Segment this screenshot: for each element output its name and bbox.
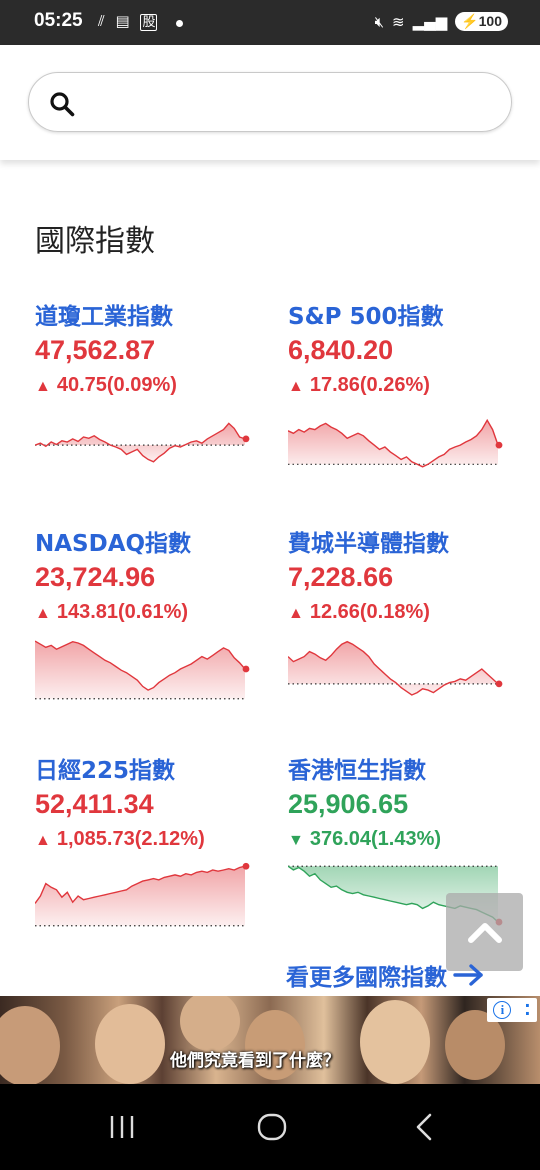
more-indices-link[interactable]: 看更多國際指數 <box>286 958 485 992</box>
index-change: ▲ 17.86(0.26%) <box>288 374 430 397</box>
index-change-value: 1,085.73(2.12%) <box>56 828 205 850</box>
notification-dot-icon <box>176 20 183 27</box>
search-bar[interactable] <box>28 72 512 132</box>
index-card-nasdaq[interactable]: NASDAQ指數 23,724.96 ▲ 143.81(0.61%) <box>35 524 265 714</box>
calendar-icon: ▤ <box>115 12 133 30</box>
index-price: 23,724.96 <box>35 562 156 592</box>
sparkline-end-dot <box>242 862 250 870</box>
more-options-icon[interactable]: · · <box>524 998 530 1022</box>
index-card-dow[interactable]: 道瓊工業指數 47,562.87 ▲ 40.75(0.09%) <box>35 297 265 487</box>
index-change-value: 143.81(0.61%) <box>56 601 189 623</box>
sparkline-end-dot <box>495 441 503 449</box>
search-header <box>0 45 540 160</box>
sparkline-end-dot <box>495 680 503 688</box>
status-bar: 05:25 ⫽ ▤ 股 🔇︎ ≋ ▂▄▆ ⚡100 <box>0 0 540 45</box>
index-change: ▲ 1,085.73(2.12%) <box>35 828 205 851</box>
index-change: ▼ 376.04(1.43%) <box>288 828 441 851</box>
index-name[interactable]: 費城半導體指數 <box>288 524 449 558</box>
more-indices-label[interactable]: 看更多國際指數 <box>286 958 447 992</box>
ad-image-face <box>180 996 240 1051</box>
search-icon <box>50 92 75 117</box>
index-card-sp500[interactable]: S&P 500指數 6,840.20 ▲ 17.86(0.26%) <box>288 297 518 487</box>
battery-icon: ⚡100 <box>455 12 508 31</box>
mute-icon: 🔇︎ <box>374 12 385 31</box>
index-name[interactable]: NASDAQ指數 <box>35 524 191 558</box>
up-arrow-icon: ▲ <box>35 832 51 849</box>
section-title: 國際指數 <box>35 224 155 259</box>
index-price: 47,562.87 <box>35 335 156 365</box>
index-name[interactable]: 道瓊工業指數 <box>35 297 173 331</box>
ad-image-face <box>95 1004 165 1084</box>
sparkline-area <box>35 866 245 926</box>
index-change: ▲ 12.66(0.18%) <box>288 601 430 624</box>
search-input[interactable] <box>89 85 489 119</box>
sparkline-chart <box>35 422 250 463</box>
ad-choices[interactable]: i · · <box>487 998 537 1022</box>
down-arrow-icon: ▼ <box>288 832 304 849</box>
index-price: 6,840.20 <box>288 335 394 365</box>
home-icon[interactable] <box>256 1112 288 1142</box>
index-price: 7,228.66 <box>288 562 394 592</box>
index-card-nikkei[interactable]: 日經225指數 52,411.34 ▲ 1,085.73(2.12%) <box>35 751 265 941</box>
sparkline-area <box>35 423 245 462</box>
ad-caption: 他們究竟看到了什麼？ <box>170 1051 340 1071</box>
ad-banner[interactable]: 他們究竟看到了什麼？ i · · <box>0 996 540 1084</box>
signal-icon: ▂▄▆ <box>412 12 448 31</box>
index-name[interactable]: S&P 500指數 <box>288 297 444 331</box>
sparkline-area <box>288 641 498 695</box>
stock-app-icon: 股 <box>140 14 158 31</box>
sparkline-area <box>35 641 245 699</box>
index-price: 25,906.65 <box>288 789 409 819</box>
sparkline-chart <box>288 640 503 696</box>
system-icons: 🔇︎ ≋ ▂▄▆ ⚡100 <box>375 12 508 31</box>
index-change: ▲ 143.81(0.61%) <box>35 601 188 624</box>
arrow-right-icon <box>453 964 483 986</box>
index-change-value: 17.86(0.26%) <box>309 374 430 396</box>
notification-icons: ⫽ ▤ 股 <box>98 12 158 31</box>
up-arrow-icon: ▲ <box>288 605 304 622</box>
recent-apps-icon[interactable] <box>107 1112 137 1142</box>
sparkline-chart <box>35 640 250 700</box>
sparkline-chart <box>35 862 250 927</box>
index-change: ▲ 40.75(0.09%) <box>35 374 177 397</box>
ad-image-face <box>0 1006 60 1084</box>
index-card-sox[interactable]: 費城半導體指數 7,228.66 ▲ 12.66(0.18%) <box>288 524 518 714</box>
chevron-up-icon <box>467 923 502 943</box>
wifi-icon: ≋ <box>392 12 405 31</box>
up-arrow-icon: ▲ <box>35 378 51 395</box>
ad-image-face <box>360 1000 430 1084</box>
up-arrow-icon: ▲ <box>35 605 51 622</box>
status-time: 05:25 <box>34 10 83 31</box>
index-change-value: 376.04(1.43%) <box>309 828 442 850</box>
up-arrow-icon: ▲ <box>288 378 304 395</box>
missed-call-icon: ⫽ <box>98 12 108 30</box>
back-icon[interactable] <box>410 1112 438 1142</box>
system-navigation-bar <box>0 1084 540 1170</box>
sparkline-end-dot <box>242 665 250 673</box>
index-price: 52,411.34 <box>35 789 154 819</box>
info-icon[interactable]: i <box>493 1001 512 1019</box>
index-name[interactable]: 日經225指數 <box>35 751 175 785</box>
sparkline-chart <box>288 418 503 468</box>
index-change-value: 12.66(0.18%) <box>309 601 430 623</box>
index-change-value: 40.75(0.09%) <box>56 374 177 396</box>
index-name[interactable]: 香港恒生指數 <box>288 751 426 785</box>
sparkline-end-dot <box>242 435 250 443</box>
battery-level: 100 <box>478 13 502 29</box>
